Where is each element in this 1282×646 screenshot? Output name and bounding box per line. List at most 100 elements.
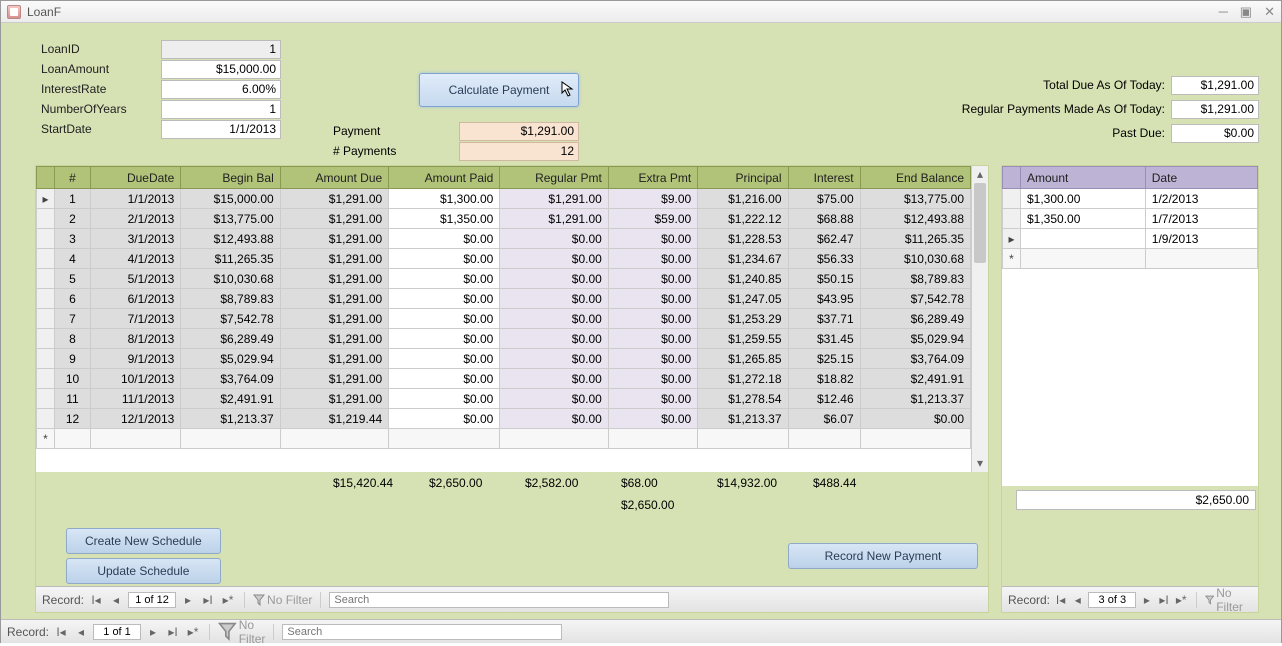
nav-last-icon[interactable]: ▸І	[165, 624, 181, 640]
cell-beginbal[interactable]: $11,265.35	[181, 249, 280, 269]
cell-num[interactable]: 1	[55, 189, 91, 209]
cell-duedate[interactable]: 12/1/2013	[91, 409, 181, 429]
schedule-scrollbar[interactable]: ▴ ▾	[971, 166, 988, 472]
cell-endbalance[interactable]: $1,213.37	[860, 389, 970, 409]
loanid-field[interactable]: 1	[161, 40, 281, 59]
cell-interest[interactable]: $18.82	[788, 369, 860, 389]
cell-beginbal[interactable]: $15,000.00	[181, 189, 280, 209]
cell-interest[interactable]: $6.07	[788, 409, 860, 429]
cell-num[interactable]: 10	[55, 369, 91, 389]
cell-extrapmt[interactable]: $59.00	[608, 209, 697, 229]
row-selector[interactable]: ▸	[1003, 229, 1021, 249]
cell-date[interactable]: 1/7/2013	[1145, 209, 1257, 229]
cell-amountdue[interactable]: $1,291.00	[280, 309, 388, 329]
cell-date[interactable]: 1/2/2013	[1145, 189, 1257, 209]
cell-extrapmt[interactable]: $0.00	[608, 389, 697, 409]
row-selector[interactable]	[37, 349, 55, 369]
cell-regularpmt[interactable]: $0.00	[500, 229, 608, 249]
record-new-payment-button[interactable]: Record New Payment	[788, 543, 978, 569]
cell-duedate[interactable]: 11/1/2013	[91, 389, 181, 409]
cell-principal[interactable]: $1,265.85	[698, 349, 788, 369]
cell-duedate[interactable]: 3/1/2013	[91, 229, 181, 249]
cell-amountdue[interactable]: $1,291.00	[280, 269, 388, 289]
cell-regularpmt[interactable]: $1,291.00	[500, 189, 608, 209]
nav-filter[interactable]: No Filter	[218, 618, 265, 646]
close-icon[interactable]: ✕	[1264, 4, 1275, 20]
cell-amountdue[interactable]: $1,291.00	[280, 189, 388, 209]
cell-regularpmt[interactable]: $0.00	[500, 349, 608, 369]
cell-duedate[interactable]: 2/1/2013	[91, 209, 181, 229]
cell-endbalance[interactable]: $0.00	[860, 409, 970, 429]
cell-num[interactable]: 8	[55, 329, 91, 349]
row-selector[interactable]	[37, 389, 55, 409]
nav-position[interactable]	[1088, 592, 1136, 608]
cell-beginbal[interactable]: $7,542.78	[181, 309, 280, 329]
cell-endbalance[interactable]: $11,265.35	[860, 229, 970, 249]
cell-regularpmt[interactable]: $1,291.00	[500, 209, 608, 229]
cell-num[interactable]: 11	[55, 389, 91, 409]
cell-principal[interactable]: $1,253.29	[698, 309, 788, 329]
table-row[interactable]: 12 12/1/2013 $1,213.37 $1,219.44 $0.00 $…	[37, 409, 971, 429]
table-row[interactable]: 2 2/1/2013 $13,775.00 $1,291.00 $1,350.0…	[37, 209, 971, 229]
payments-grid[interactable]: AmountDate $1,300.00 1/2/2013 $1,350.00 …	[1002, 166, 1258, 486]
cell-amountdue[interactable]: $1,219.44	[280, 409, 388, 429]
row-selector[interactable]	[37, 309, 55, 329]
row-selector[interactable]	[37, 409, 55, 429]
cell-endbalance[interactable]: $3,764.09	[860, 349, 970, 369]
table-row[interactable]: ▸ 1 1/1/2013 $15,000.00 $1,291.00 $1,300…	[37, 189, 971, 209]
cell-amountdue[interactable]: $1,291.00	[280, 289, 388, 309]
cell-extrapmt[interactable]: $0.00	[608, 409, 697, 429]
cell-principal[interactable]: $1,240.85	[698, 269, 788, 289]
cell-extrapmt[interactable]: $9.00	[608, 189, 697, 209]
cell-regularpmt[interactable]: $0.00	[500, 309, 608, 329]
cell-amountpaid[interactable]: $0.00	[389, 309, 500, 329]
cell-principal[interactable]: $1,228.53	[698, 229, 788, 249]
cell-amountpaid[interactable]: $0.00	[389, 229, 500, 249]
cell-principal[interactable]: $1,234.67	[698, 249, 788, 269]
interestrate-field[interactable]: 6.00%	[161, 80, 281, 99]
cell-num[interactable]: 4	[55, 249, 91, 269]
cell-principal[interactable]: $1,272.18	[698, 369, 788, 389]
nav-prev-icon[interactable]: ◂	[1071, 592, 1084, 608]
cell-amountdue[interactable]: $1,291.00	[280, 349, 388, 369]
nav-first-icon[interactable]: І◂	[53, 624, 69, 640]
cell-regularpmt[interactable]: $0.00	[500, 409, 608, 429]
cell-amountpaid[interactable]: $0.00	[389, 409, 500, 429]
cell-endbalance[interactable]: $5,029.94	[860, 329, 970, 349]
cell-amountpaid[interactable]: $1,350.00	[389, 209, 500, 229]
cell-endbalance[interactable]: $6,289.49	[860, 309, 970, 329]
cell-duedate[interactable]: 5/1/2013	[91, 269, 181, 289]
cell-amountdue[interactable]: $1,291.00	[280, 249, 388, 269]
update-schedule-button[interactable]: Update Schedule	[66, 558, 221, 584]
cell-duedate[interactable]: 6/1/2013	[91, 289, 181, 309]
row-selector[interactable]	[37, 269, 55, 289]
row-selector[interactable]	[37, 229, 55, 249]
cell-extrapmt[interactable]: $0.00	[608, 329, 697, 349]
cell-amountpaid[interactable]: $0.00	[389, 349, 500, 369]
cell-interest[interactable]: $12.46	[788, 389, 860, 409]
cell-beginbal[interactable]: $1,213.37	[181, 409, 280, 429]
cell-interest[interactable]: $75.00	[788, 189, 860, 209]
cell-principal[interactable]: $1,247.05	[698, 289, 788, 309]
table-row[interactable]: 9 9/1/2013 $5,029.94 $1,291.00 $0.00 $0.…	[37, 349, 971, 369]
cell-amountdue[interactable]: $1,291.00	[280, 389, 388, 409]
table-row[interactable]: 11 11/1/2013 $2,491.91 $1,291.00 $0.00 $…	[37, 389, 971, 409]
row-selector[interactable]	[1003, 209, 1021, 229]
table-row[interactable]: $1,300.00 1/2/2013	[1003, 189, 1258, 209]
cell-amountpaid[interactable]: $0.00	[389, 249, 500, 269]
cell-regularpmt[interactable]: $0.00	[500, 329, 608, 349]
cell-num[interactable]: 6	[55, 289, 91, 309]
create-schedule-button[interactable]: Create New Schedule	[66, 528, 221, 554]
cell-principal[interactable]: $1,216.00	[698, 189, 788, 209]
nav-prev-icon[interactable]: ◂	[108, 592, 124, 608]
cell-duedate[interactable]: 10/1/2013	[91, 369, 181, 389]
cell-extrapmt[interactable]: $0.00	[608, 229, 697, 249]
numyears-field[interactable]: 1	[161, 100, 281, 119]
cell-duedate[interactable]: 8/1/2013	[91, 329, 181, 349]
cell-interest[interactable]: $62.47	[788, 229, 860, 249]
cell-regularpmt[interactable]: $0.00	[500, 289, 608, 309]
cell-num[interactable]: 3	[55, 229, 91, 249]
cell-duedate[interactable]: 9/1/2013	[91, 349, 181, 369]
cell-interest[interactable]: $25.15	[788, 349, 860, 369]
schedule-col-header[interactable]: Regular Pmt	[500, 167, 608, 189]
